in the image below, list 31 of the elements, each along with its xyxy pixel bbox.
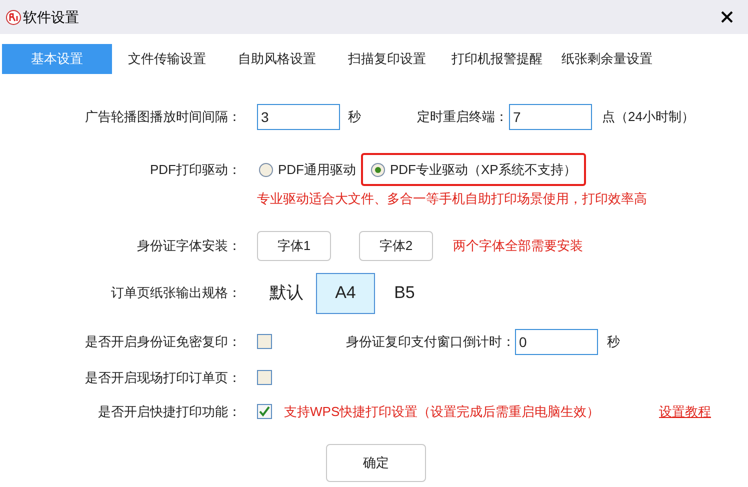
font-install-button[interactable]: 字体2	[359, 230, 433, 260]
field-label: 广告轮播图播放时间间隔：	[84, 108, 242, 126]
confirm-button[interactable]: 确定	[326, 444, 426, 482]
window-title: 软件设置	[23, 8, 79, 26]
field-label: 订单页纸张输出规格：	[110, 284, 242, 302]
field-label: 是否开启现场打印订单页：	[84, 368, 242, 387]
radio-option[interactable]: PDF专业驱动（XP系统不支持）	[361, 153, 586, 186]
unit-label: 秒	[607, 332, 620, 351]
app-logo-icon	[6, 10, 21, 24]
field-label: 是否开启身份证免密复印：	[84, 332, 242, 351]
checkbox[interactable]	[257, 370, 272, 385]
field-label: 身份证字体安装：	[136, 236, 242, 255]
radio-option[interactable]: PDF通用驱动	[257, 153, 358, 186]
unit-label: 秒	[348, 108, 362, 126]
field-label: 定时重启终端：	[416, 108, 509, 126]
font-install-button[interactable]: 字体1	[257, 230, 331, 260]
close-icon[interactable]	[720, 10, 734, 24]
unit-label: 点（24小时制）	[602, 108, 694, 126]
field-label: 是否开启快捷打印功能：	[97, 402, 242, 421]
interval-field[interactable]: 3	[257, 104, 340, 130]
tutorial-link[interactable]: 设置教程	[659, 402, 711, 422]
hint-text: 支持WPS快捷打印设置（设置完成后需重启电脑生效）	[284, 402, 601, 421]
restart-hour-field[interactable]: 7	[509, 104, 592, 130]
paper-size-option[interactable]: A4	[316, 272, 375, 314]
checkbox[interactable]	[257, 404, 272, 419]
checkbox[interactable]	[257, 334, 272, 349]
field-label: 身份证复印支付窗口倒计时：	[345, 332, 515, 351]
field-label: PDF打印驱动：	[149, 160, 242, 179]
hint-text: 两个字体全部需要安装	[453, 236, 583, 255]
countdown-field[interactable]: 0	[515, 328, 598, 354]
hint-text: 专业驱动适合大文件、多合一等手机自助打印场景使用，打印效率高	[257, 191, 647, 206]
